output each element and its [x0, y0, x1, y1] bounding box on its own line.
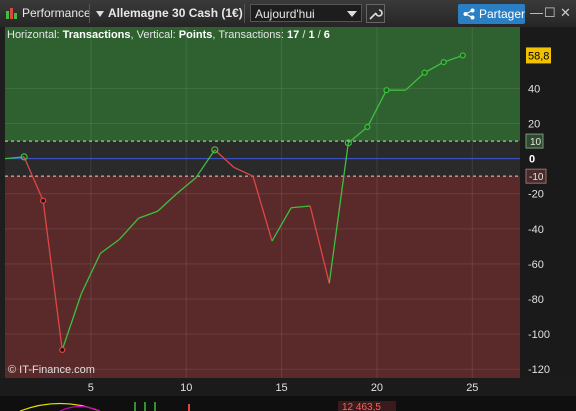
bottom-price-label: 12 463,5: [342, 402, 381, 411]
horizontal-prefix: Horizontal:: [7, 29, 63, 41]
chart-header: Horizontal: Transactions, Vertical: Poin…: [7, 29, 330, 41]
y-tick-label: -80: [528, 294, 544, 306]
last-value-label: 58,8: [528, 50, 549, 62]
upper-band-label: 10: [530, 137, 542, 148]
y-zero-label: 0: [529, 154, 535, 166]
lower-pane-strip: [0, 396, 576, 411]
x-tick-label: 25: [466, 382, 478, 394]
y-tick-label: -120: [528, 364, 550, 376]
y-axis-panel: [520, 27, 576, 378]
performance-chart[interactable]: 40 20 -20 -40 -60 -80 -100 -120 0 10 -10 58,8 5 10 15…: [0, 0, 576, 411]
trade-marker[interactable]: [59, 346, 66, 354]
winning-trades-count: 17: [287, 29, 300, 41]
y-tick-label: -60: [528, 259, 544, 271]
x-tick-label: 15: [275, 382, 287, 394]
lower-band-label: -10: [529, 172, 544, 183]
trade-marker[interactable]: [364, 123, 371, 131]
lower-pane-bar: [188, 404, 190, 411]
x-tick-label: 20: [371, 382, 383, 394]
y-tick-label: -100: [528, 329, 550, 341]
horizontal-axis-value: Transactions: [62, 29, 131, 41]
trade-marker[interactable]: [421, 69, 428, 76]
trade-marker[interactable]: [459, 52, 466, 59]
y-tick-label: -40: [528, 224, 544, 236]
trade-marker[interactable]: [383, 87, 390, 94]
x-tick-label: 5: [88, 382, 94, 394]
x-axis-panel: [0, 378, 576, 396]
vertical-axis-value: Points: [178, 29, 213, 41]
y-tick-label: 40: [528, 83, 540, 95]
trade-marker[interactable]: [40, 197, 47, 204]
trade-marker[interactable]: [440, 58, 447, 66]
y-tick-label: -20: [528, 189, 544, 201]
losing-trades-count: 6: [323, 29, 330, 41]
y-tick-label: 20: [528, 119, 540, 131]
vertical-prefix: , Vertical:: [130, 29, 179, 41]
separator-slash: /: [314, 29, 324, 41]
copyright-text: © IT-Finance.com: [8, 364, 95, 376]
transactions-prefix: , Transactions:: [212, 29, 288, 41]
x-tick-label: 10: [180, 382, 192, 394]
